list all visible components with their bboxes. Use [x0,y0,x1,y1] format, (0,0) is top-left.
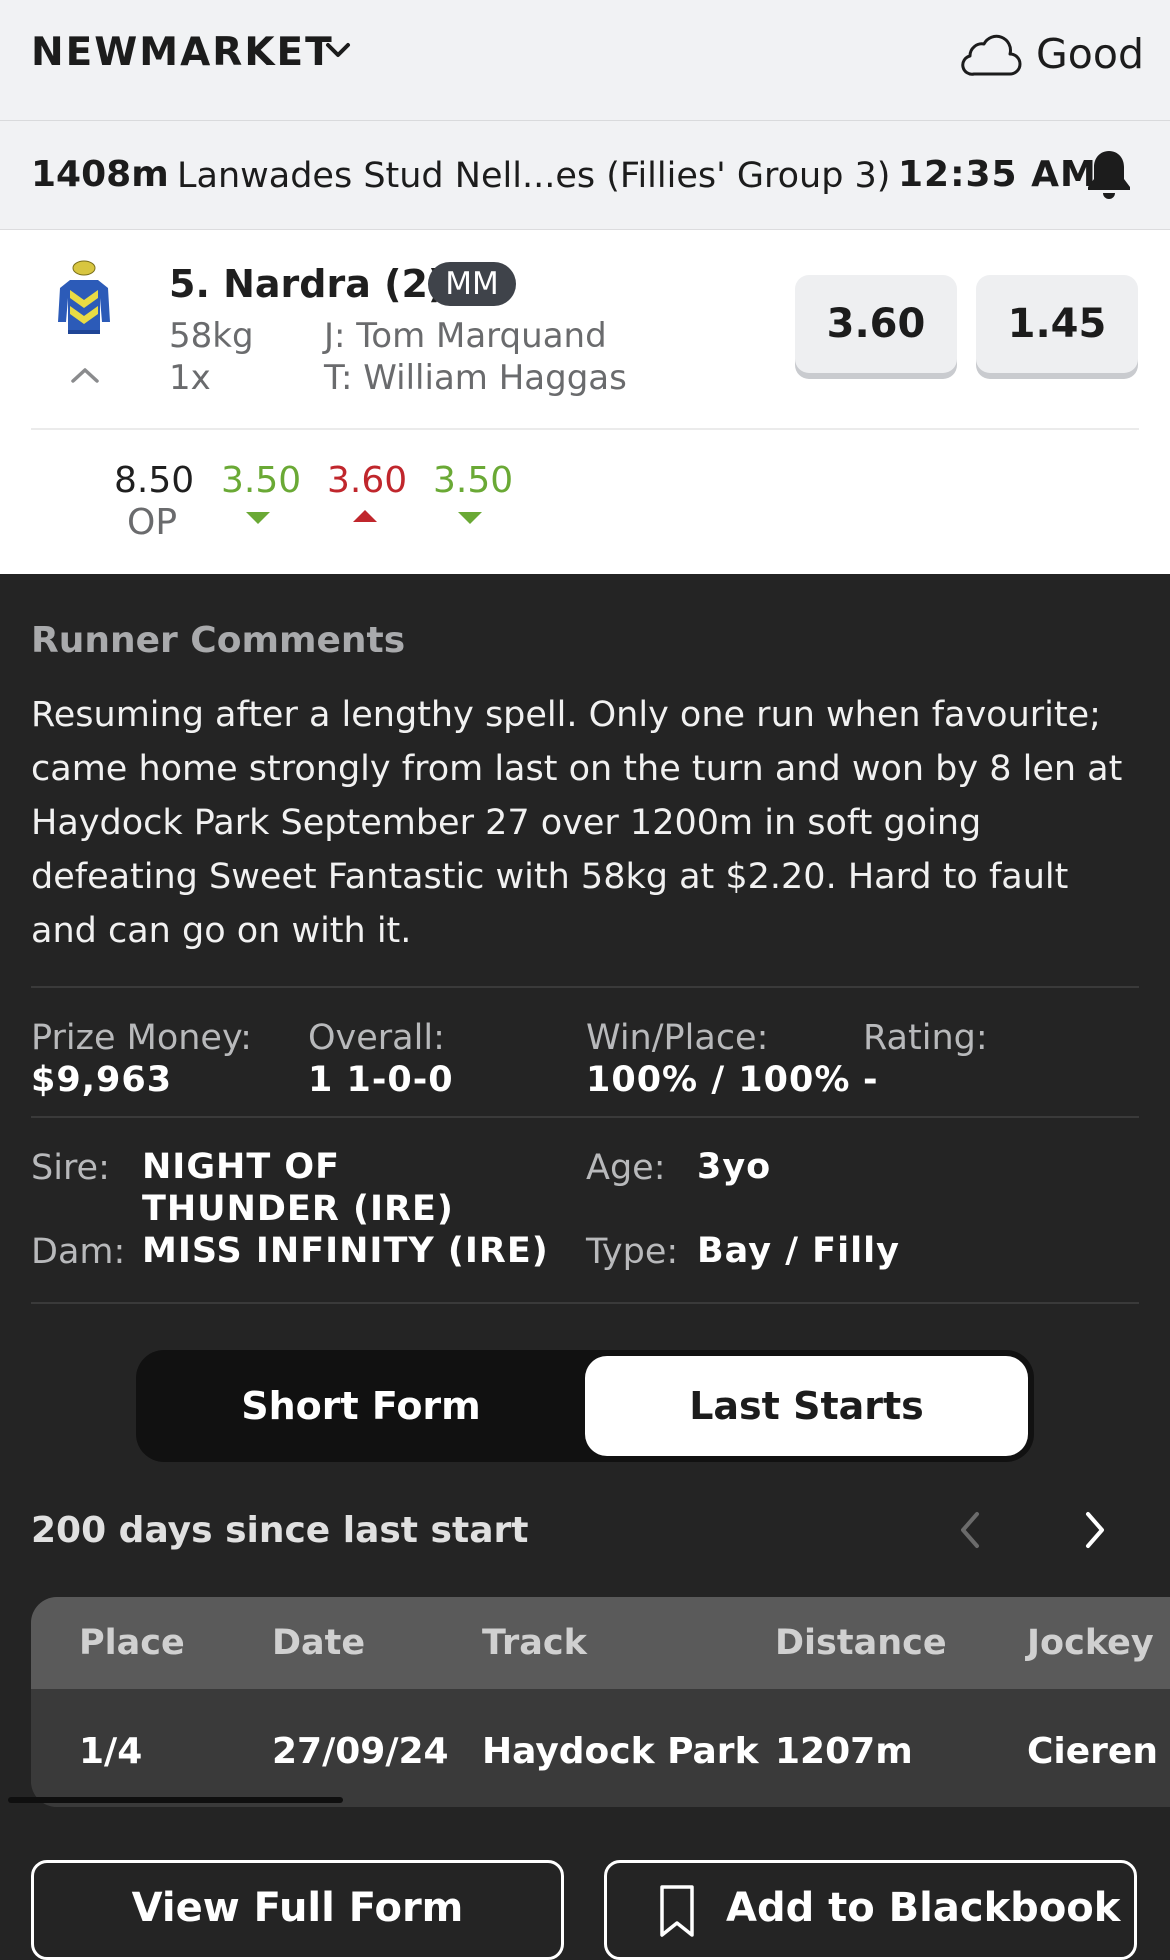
type-label: Type: [586,1232,679,1272]
cell-date: 27/09/24 [272,1731,449,1772]
race-name: Lanwades Stud Nell...es (Fillies' Group … [177,156,891,196]
prize-money-label: Prize Money: [31,1018,252,1058]
rating-label: Rating: [863,1018,988,1058]
chevron-down-icon[interactable] [325,42,351,60]
winplace-value: 100% / 100% [586,1060,851,1100]
table-header-row: Place Date Track Distance Jockey [31,1597,1170,1689]
tab-short-form[interactable]: Short Form [136,1350,586,1462]
column-header-distance: Distance [775,1623,947,1663]
view-full-form-button[interactable]: View Full Form [31,1860,564,1960]
section-title: Runner Comments [31,620,406,661]
fluc-opening-price: 8.50 [114,460,195,501]
track-condition: Good [1036,30,1144,78]
chevron-right-icon[interactable] [1080,1510,1110,1550]
divider [31,428,1139,430]
tab-last-starts[interactable]: Last Starts [585,1356,1028,1456]
fluc-price: 3.50 [433,460,514,501]
fluc-price: 3.60 [327,460,408,501]
column-header-track: Track [482,1623,587,1663]
dam-value: MISS INFINITY (IRE) [142,1231,549,1271]
runner-form-count: 1x [169,358,211,398]
chevron-up-icon[interactable] [70,366,100,384]
venue-name[interactable]: NEWMARKET [31,30,334,75]
last-starts-table: Place Date Track Distance Jockey 1/4 27/… [31,1597,1170,1807]
runner-name: 5. Nardra (2) [169,262,446,306]
runner-trainer: T: William Haggas [324,358,627,398]
age-value: 3yo [697,1147,772,1187]
column-header-date: Date [272,1623,366,1663]
fluc-up-icon [353,510,377,522]
runner-comment-text: Resuming after a lengthy spell. Only one… [31,695,1123,951]
chevron-left-icon[interactable] [955,1510,985,1550]
runner-jockey: J: Tom Marquand [324,316,607,356]
cell-distance: 1207m [775,1731,913,1772]
jockey-silks-icon [58,260,110,334]
bell-icon[interactable] [1083,147,1135,201]
cloud-icon [961,34,1022,76]
column-header-jockey: Jockey [1027,1623,1154,1663]
divider [31,1302,1139,1304]
rating-value: - [863,1060,879,1100]
dam-label: Dam: [31,1232,126,1272]
days-since-last-start: 200 days since last start [31,1510,529,1551]
type-value: Bay / Filly [697,1231,900,1271]
sire-label: Sire: [31,1148,110,1188]
cell-place: 1/4 [79,1731,143,1772]
cell-jockey: Cieren F [1027,1731,1170,1772]
winplace-label: Win/Place: [586,1018,769,1058]
view-full-form-label: View Full Form [131,1885,464,1931]
mm-badge: MM [428,262,516,306]
horizontal-scrollbar[interactable] [8,1797,343,1803]
place-odds-button[interactable]: 1.45 [976,275,1138,373]
fluc-down-icon [458,512,482,524]
fluc-price: 3.50 [221,460,302,501]
divider [31,986,1139,988]
column-header-place: Place [79,1623,185,1663]
runner-weight: 58kg [169,316,254,356]
cell-track: Haydock Park [482,1731,759,1772]
overall-label: Overall: [308,1018,445,1058]
sire-value: NIGHT OF THUNDER (IRE) [142,1147,454,1229]
add-to-blackbook-button[interactable]: Add to Blackbook [604,1860,1137,1960]
race-distance: 1408m [31,154,169,195]
divider [31,1116,1139,1118]
overall-value: 1 1-0-0 [308,1060,454,1100]
bookmark-icon [660,1885,694,1937]
prize-money-value: $9,963 [31,1060,173,1100]
win-odds-button[interactable]: 3.60 [795,275,957,373]
add-to-blackbook-label: Add to Blackbook [726,1885,1121,1931]
race-time: 12:35 AM [898,154,1097,195]
table-row[interactable]: 1/4 27/09/24 Haydock Park 1207m Cieren F [31,1695,1170,1807]
fluc-op-label: OP [127,502,178,543]
age-label: Age: [586,1148,666,1188]
fluc-down-icon [246,512,270,524]
